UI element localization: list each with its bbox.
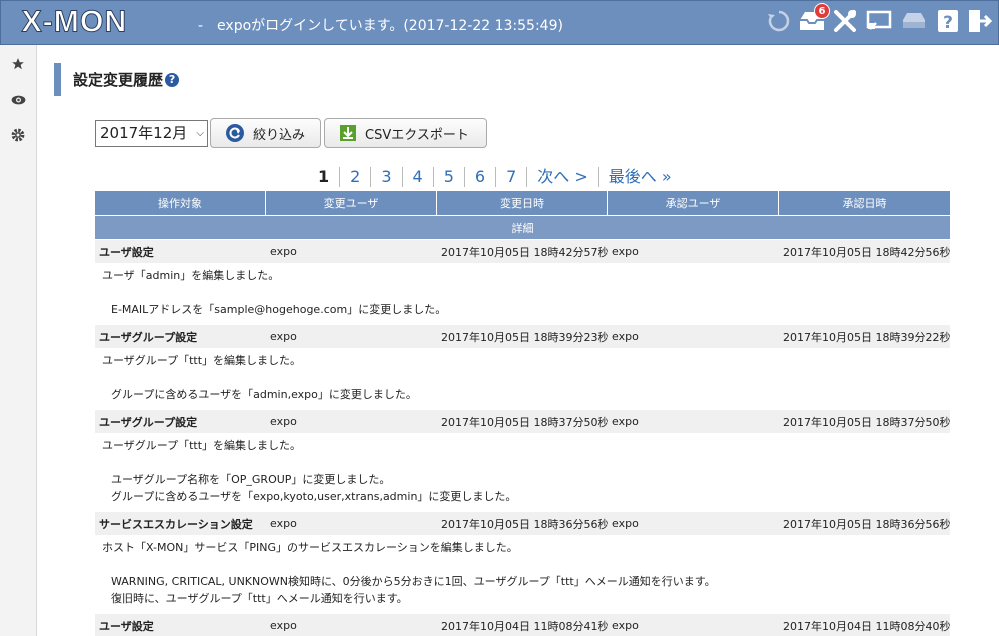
history-table: 操作対象 変更ユーザ 変更日時 承認ユーザ 承認日時 詳細 ユーザ設定 expo… bbox=[95, 191, 950, 636]
cell-approved-at: 2017年10月05日 18時37分50秒 bbox=[783, 415, 950, 429]
detail-line: ユーザグループ名称を「OP_GROUP」に変更しました。 bbox=[111, 473, 391, 486]
header-target: 操作対象 bbox=[95, 191, 266, 215]
cell-changed-at: 2017年10月05日 18時37分50秒 bbox=[441, 415, 608, 429]
cell-approver: expo bbox=[612, 245, 639, 258]
cell-user: expo bbox=[270, 517, 297, 530]
refresh-icon[interactable] bbox=[765, 6, 793, 36]
detail-summary: ユーザグループ「ttt」を編集しました。 bbox=[102, 354, 302, 367]
table-row: ユーザ設定 expo 2017年10月05日 18時42分57秒 expo 20… bbox=[95, 240, 950, 263]
download-icon bbox=[340, 125, 356, 141]
cell-target: ユーザ設定 bbox=[99, 245, 154, 259]
detail-summary: ホスト「X-MON」サービス「PING」のサービスエスカレーションを編集しました… bbox=[102, 541, 518, 554]
month-select-value: 2017年12月 bbox=[100, 124, 188, 142]
row-detail: ユーザグループ「ttt」を編集しました。 ユーザグループ名称を「OP_GROUP… bbox=[95, 433, 950, 511]
month-select[interactable]: 2017年12月 ⌵ bbox=[95, 120, 208, 147]
server-icon[interactable] bbox=[900, 6, 928, 36]
notification-badge[interactable]: 6 bbox=[814, 3, 830, 19]
header-user: 変更ユーザ bbox=[266, 191, 437, 215]
detail-line: グループに含めるユーザを「expo,kyoto,user,xtrans,admi… bbox=[111, 490, 517, 503]
eye-icon[interactable] bbox=[9, 91, 27, 109]
gear-icon[interactable] bbox=[9, 126, 27, 144]
last-page-link[interactable]: 最後へ » bbox=[599, 167, 682, 187]
cell-changed-at: 2017年10月05日 18時39分23秒 bbox=[441, 330, 608, 344]
row-detail: ユーザグループ「ttt」を編集しました。 グループに含めるユーザを「admin,… bbox=[95, 348, 950, 409]
page-title-text: 設定変更履歴 bbox=[73, 71, 164, 89]
detail-line: グループに含めるユーザを「admin,expo」に変更しました。 bbox=[111, 388, 417, 401]
xmon-logo[interactable]: X-MON bbox=[17, 3, 187, 39]
table-header-row: 操作対象 変更ユーザ 変更日時 承認ユーザ 承認日時 bbox=[95, 191, 950, 215]
cell-approver: expo bbox=[612, 415, 639, 428]
cell-approver: expo bbox=[612, 517, 639, 530]
csv-button-label: CSVエクスポート bbox=[365, 127, 469, 143]
title-accent-bar bbox=[54, 63, 61, 96]
help-question-icon[interactable]: ? bbox=[165, 72, 180, 87]
filter-button-label: 絞り込み bbox=[253, 127, 306, 143]
table-row: ユーザグループ設定 expo 2017年10月05日 18時39分23秒 exp… bbox=[95, 325, 950, 348]
cell-user: expo bbox=[270, 619, 297, 632]
page-title: 設定変更履歴 ? bbox=[73, 69, 180, 90]
cell-target: サービスエスカレーション設定 bbox=[99, 517, 253, 531]
page-link-3[interactable]: 3 bbox=[371, 167, 403, 187]
cell-changed-at: 2017年10月04日 11時08分41秒 bbox=[441, 619, 608, 633]
cell-approver: expo bbox=[612, 619, 639, 632]
cell-user: expo bbox=[270, 245, 297, 258]
cell-approved-at: 2017年10月05日 18時36分56秒 bbox=[783, 517, 950, 531]
filter-button[interactable]: 絞り込み bbox=[210, 118, 321, 148]
cell-changed-at: 2017年10月05日 18時42分57秒 bbox=[441, 245, 608, 259]
detail-line: E-MAILアドレスを「sample@hogehoge.com」に変更しました。 bbox=[111, 303, 447, 316]
detail-line: WARNING, CRITICAL, UNKNOWN検知時に、0分後から5分おき… bbox=[111, 575, 716, 588]
page-link-4[interactable]: 4 bbox=[403, 167, 434, 187]
header-approved-at: 承認日時 bbox=[842, 197, 887, 210]
table-row: ユーザ設定 expo 2017年10月04日 11時08分41秒 expo 20… bbox=[95, 614, 950, 636]
cell-target: ユーザグループ設定 bbox=[99, 330, 198, 344]
refresh-circle-icon bbox=[226, 124, 244, 142]
logout-icon[interactable] bbox=[965, 6, 993, 36]
page-link-7[interactable]: 7 bbox=[496, 167, 528, 187]
star-icon[interactable] bbox=[9, 55, 27, 73]
cell-approver: expo bbox=[612, 330, 639, 343]
detail-line: 復旧時に、ユーザグループ「ttt」へメール通知を行います。 bbox=[111, 592, 408, 605]
cell-target: ユーザグループ設定 bbox=[99, 415, 198, 429]
page-link-6[interactable]: 6 bbox=[465, 167, 497, 187]
sidebar bbox=[0, 45, 37, 636]
page-link-5[interactable]: 5 bbox=[434, 167, 465, 187]
svg-text:?: ? bbox=[943, 13, 953, 33]
row-detail: ユーザ「admin」を編集しました。 E-MAILアドレスを「sample@ho… bbox=[95, 263, 950, 324]
header-changed-at: 変更日時 bbox=[437, 191, 608, 215]
cell-approved-at: 2017年10月05日 18時39分22秒 bbox=[783, 330, 950, 344]
cell-target: ユーザ設定 bbox=[99, 619, 154, 633]
login-status: - expoがログインしています。(2017-12-22 13:55:49) bbox=[198, 18, 563, 34]
detail-summary: ユーザグループ「ttt」を編集しました。 bbox=[102, 439, 302, 452]
header-detail: 詳細 bbox=[95, 215, 950, 239]
table-row: サービスエスカレーション設定 expo 2017年10月05日 18時36分56… bbox=[95, 512, 950, 535]
pagination: 1 2 3 4 5 6 7 次へ > 最後へ » bbox=[308, 167, 682, 187]
chevron-down-icon: ⌵ bbox=[196, 128, 204, 139]
tools-icon[interactable] bbox=[831, 6, 859, 36]
cell-changed-at: 2017年10月05日 18時36分56秒 bbox=[441, 517, 608, 531]
next-page-link[interactable]: 次へ > bbox=[527, 167, 599, 187]
cell-user: expo bbox=[270, 330, 297, 343]
monitor-icon[interactable] bbox=[865, 6, 893, 36]
cell-approved-at: 2017年10月05日 18時42分56秒 bbox=[783, 245, 950, 259]
cell-approved-at: 2017年10月04日 11時08分40秒 bbox=[783, 619, 950, 633]
page-link-2[interactable]: 2 bbox=[340, 167, 372, 187]
main-content: 設定変更履歴 ? 2017年12月 ⌵ 絞り込み CSVエクスポート 1 2 3… bbox=[38, 45, 999, 636]
csv-export-button[interactable]: CSVエクスポート bbox=[324, 118, 487, 148]
top-bar: X-MON - expoがログインしています。(2017-12-22 13:55… bbox=[0, 0, 999, 45]
header-approver: 承認ユーザ bbox=[608, 191, 779, 215]
table-row: ユーザグループ設定 expo 2017年10月05日 18時37分50秒 exp… bbox=[95, 410, 950, 433]
row-detail: ホスト「X-MON」サービス「PING」のサービスエスカレーションを編集しました… bbox=[95, 535, 950, 613]
page-link-1[interactable]: 1 bbox=[308, 167, 341, 187]
help-icon[interactable]: ? bbox=[934, 6, 962, 36]
cell-user: expo bbox=[270, 415, 297, 428]
svg-text:X-MON: X-MON bbox=[21, 5, 127, 38]
detail-summary: ユーザ「admin」を編集しました。 bbox=[102, 269, 280, 282]
